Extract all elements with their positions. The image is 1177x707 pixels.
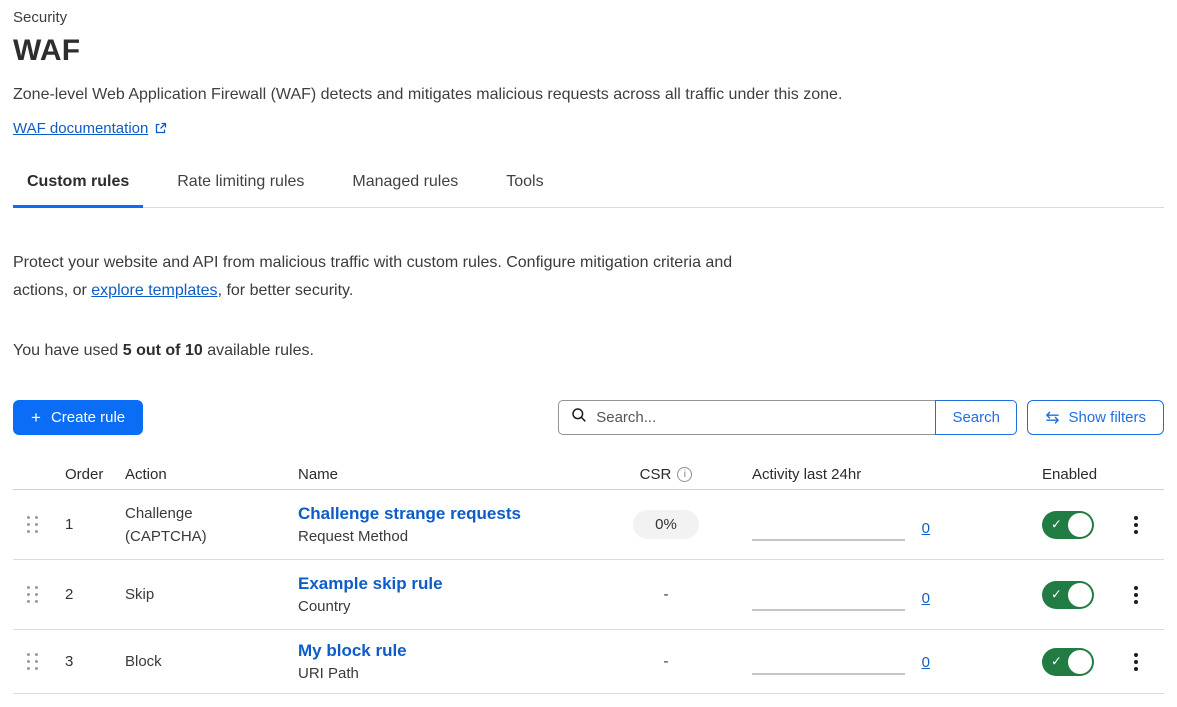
toggle-knob	[1068, 513, 1092, 537]
tab-custom-rules[interactable]: Custom rules	[13, 170, 143, 207]
rule-order: 1	[53, 490, 113, 559]
search-input[interactable]	[596, 409, 925, 426]
activity-sparkline	[752, 609, 905, 611]
usage-suffix: available rules.	[203, 342, 314, 359]
rules-table-header: Order Action Name CSR i Activity last 24…	[13, 459, 1164, 490]
create-rule-button[interactable]: + Create rule	[13, 400, 143, 435]
rule-order: 3	[53, 630, 113, 693]
rule-action: Challenge (CAPTCHA)	[113, 490, 286, 559]
page-title: WAF	[13, 31, 1164, 71]
show-filters-label: Show filters	[1068, 409, 1146, 426]
column-header-activity: Activity last 24hr	[726, 466, 956, 483]
kebab-menu-icon[interactable]	[1130, 649, 1142, 675]
intro-text: Protect your website and API from malici…	[13, 249, 753, 305]
search-group: Search ⇆ Show filters	[558, 400, 1164, 435]
tab-rate-limiting-rules[interactable]: Rate limiting rules	[163, 170, 318, 207]
search-button[interactable]: Search	[935, 400, 1017, 435]
rule-name-link[interactable]: Example skip rule	[298, 574, 443, 594]
search-box	[558, 400, 936, 435]
activity-count-link[interactable]: 0	[922, 590, 930, 607]
check-icon: ✓	[1051, 653, 1062, 669]
activity-sparkline	[752, 539, 905, 541]
external-link-icon	[154, 122, 167, 135]
rule-action: Skip	[113, 560, 286, 629]
drag-handle-icon[interactable]	[23, 512, 43, 537]
kebab-menu-icon[interactable]	[1130, 582, 1142, 608]
rule-expression: Country	[298, 598, 351, 615]
page-description: Zone-level Web Application Firewall (WAF…	[13, 84, 1164, 106]
enabled-toggle[interactable]: ✓	[1042, 511, 1094, 539]
rule-order: 2	[53, 560, 113, 629]
check-icon: ✓	[1051, 516, 1062, 532]
tab-managed-rules[interactable]: Managed rules	[338, 170, 472, 207]
table-row: 2 Skip Example skip rule Country - 0 ✓	[13, 560, 1164, 630]
rules-toolbar: + Create rule Search ⇆ Show filters	[13, 400, 1164, 435]
rule-expression: URI Path	[298, 665, 359, 682]
csr-value: -	[664, 586, 669, 603]
table-row: 3 Block My block rule URI Path - 0 ✓	[13, 630, 1164, 694]
usage-summary: You have used 5 out of 10 available rule…	[13, 340, 1164, 362]
enabled-toggle[interactable]: ✓	[1042, 581, 1094, 609]
plus-icon: +	[31, 409, 41, 426]
tab-tools[interactable]: Tools	[492, 170, 557, 207]
create-rule-label: Create rule	[51, 409, 125, 426]
rules-table-body: 1 Challenge (CAPTCHA) Challenge strange …	[13, 490, 1164, 694]
waf-documentation-link[interactable]: WAF documentation	[13, 120, 148, 137]
csr-value: -	[664, 653, 669, 670]
column-header-csr: CSR i	[606, 466, 726, 483]
show-filters-button[interactable]: ⇆ Show filters	[1027, 400, 1164, 435]
breadcrumb-security: Security	[13, 8, 1164, 28]
rule-name-link[interactable]: Challenge strange requests	[298, 504, 521, 524]
toggle-knob	[1068, 583, 1092, 607]
csr-value: 0%	[633, 510, 699, 539]
rule-name-link[interactable]: My block rule	[298, 641, 407, 661]
info-icon[interactable]: i	[677, 467, 692, 482]
activity-count-link[interactable]: 0	[922, 654, 930, 671]
drag-handle-icon[interactable]	[23, 582, 43, 607]
column-header-order: Order	[53, 466, 113, 483]
usage-count: 5 out of 10	[123, 342, 203, 359]
activity-count-link[interactable]: 0	[922, 520, 930, 537]
explore-templates-link[interactable]: explore templates	[91, 282, 217, 299]
kebab-menu-icon[interactable]	[1130, 512, 1142, 538]
swap-arrows-icon: ⇆	[1045, 409, 1059, 426]
csr-header-label: CSR	[640, 466, 672, 483]
search-icon	[571, 407, 587, 428]
rule-expression: Request Method	[298, 528, 408, 545]
waf-page: Security WAF Zone-level Web Application …	[0, 0, 1177, 707]
column-header-enabled: Enabled	[956, 466, 1116, 483]
column-header-action: Action	[113, 466, 286, 483]
usage-prefix: You have used	[13, 342, 123, 359]
drag-handle-icon[interactable]	[23, 649, 43, 674]
table-row: 1 Challenge (CAPTCHA) Challenge strange …	[13, 490, 1164, 560]
intro-after: , for better security.	[218, 282, 354, 299]
check-icon: ✓	[1051, 586, 1062, 602]
enabled-toggle[interactable]: ✓	[1042, 648, 1094, 676]
column-header-name: Name	[286, 466, 606, 483]
rule-action: Block	[113, 630, 286, 693]
toggle-knob	[1068, 650, 1092, 674]
waf-tabs: Custom rules Rate limiting rules Managed…	[13, 170, 1164, 208]
activity-sparkline	[752, 673, 905, 675]
